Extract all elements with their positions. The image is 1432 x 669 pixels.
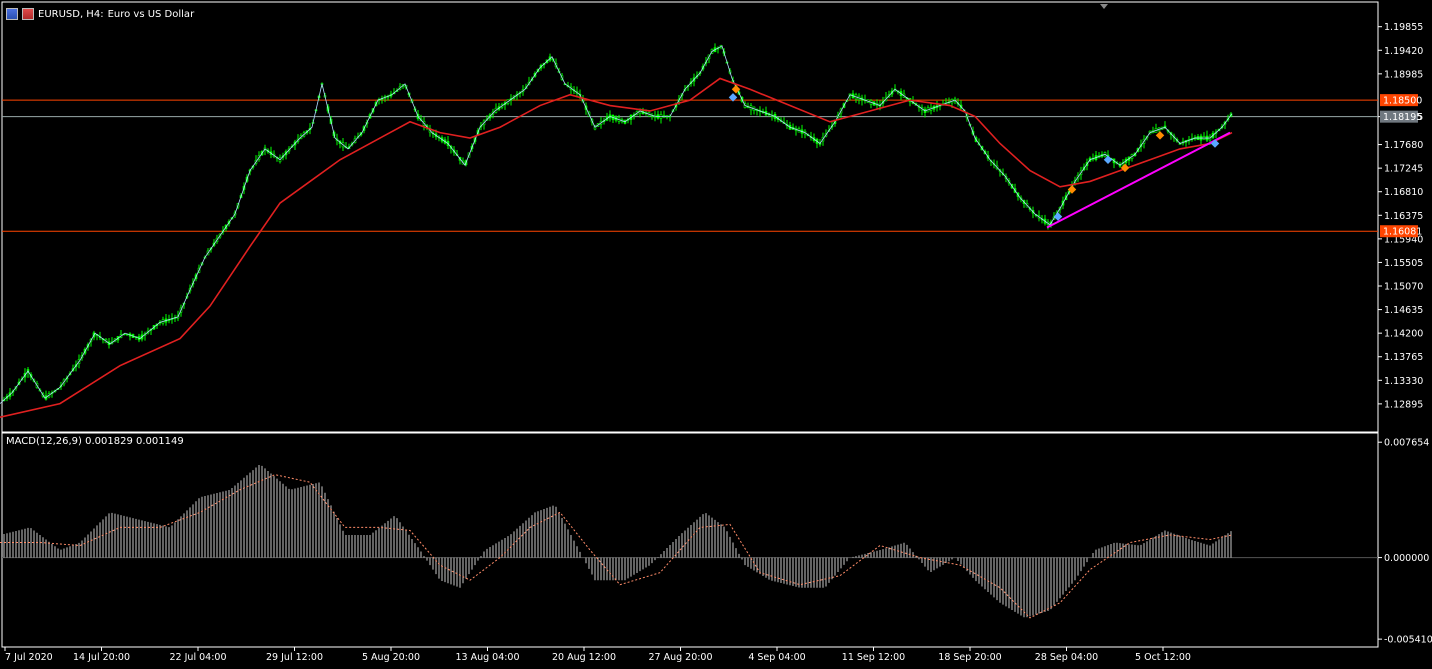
price-tick-label: 1.19855	[1384, 22, 1423, 33]
price-tick-label: 1.18985	[1384, 69, 1423, 80]
time-tick-label: 11 Sep 12:00	[842, 652, 905, 663]
time-tick-label: 4 Sep 04:00	[748, 652, 805, 663]
macd-tick-label: -0.005410	[1384, 635, 1432, 646]
chart-canvas[interactable]: 1.19855 1.19420 1.18985 1.18195 1.17680 1.172…	[0, 0, 1432, 665]
time-tick-label: 22 Jul 04:00	[170, 652, 227, 663]
price-tick-label: 1.14200	[1384, 329, 1423, 340]
time-tick-label: 5 Aug 20:00	[362, 652, 420, 663]
price-tick-label: 1.17680	[1384, 140, 1423, 151]
chart-window[interactable]: 1.19855 1.19420 1.18985 1.18195 1.17680 1.172…	[0, 0, 1432, 665]
price-tick-label: 1.15070	[1384, 282, 1423, 293]
time-tick-label: 28 Sep 04:00	[1035, 652, 1098, 663]
price-chart-icon[interactable]	[6, 8, 18, 20]
time-tick-label: 7 Jul 2020	[5, 652, 53, 663]
price-tick-label: 1.17245	[1384, 164, 1423, 175]
price-tick-label: 1.19420	[1384, 46, 1423, 57]
symbol-label: EURUSD, H4:	[38, 8, 104, 20]
price-tick-label: 1.13330	[1384, 376, 1423, 387]
time-tick-label: 18 Sep 20:00	[938, 652, 1001, 663]
time-tick-label: 5 Oct 12:00	[1135, 652, 1191, 663]
time-tick-label: 14 Jul 20:00	[73, 652, 130, 663]
chart-header: EURUSD, H4: Euro vs US Dollar	[6, 6, 194, 22]
symbol-description: Euro vs US Dollar	[107, 8, 195, 20]
price-tick-label: 1.12895	[1384, 399, 1423, 410]
time-tick-label: 13 Aug 04:00	[455, 652, 519, 663]
price-tick-label: 1.16375	[1384, 211, 1423, 222]
time-tick-label: 29 Jul 12:00	[266, 652, 323, 663]
price-tick-label: 1.15505	[1384, 258, 1423, 269]
price-tag-current: 1.18195	[1383, 112, 1422, 123]
time-tick-label: 20 Aug 12:00	[552, 652, 616, 663]
price-tick-label: 1.16810	[1384, 187, 1423, 198]
macd-tick-label: 0.007654	[1384, 438, 1429, 449]
flag-icon[interactable]	[22, 8, 34, 20]
price-tick-label: 1.13765	[1384, 352, 1423, 363]
time-tick-label: 27 Aug 20:00	[648, 652, 712, 663]
price-tick-label: 1.14635	[1384, 305, 1423, 316]
price-tag-upper: 1.18500	[1383, 96, 1422, 107]
macd-tick-label: 0.000000	[1384, 553, 1429, 564]
macd-label: MACD(12,26,9) 0.001829 0.001149	[6, 436, 184, 447]
price-tag-lower: 1.16081	[1383, 227, 1422, 238]
